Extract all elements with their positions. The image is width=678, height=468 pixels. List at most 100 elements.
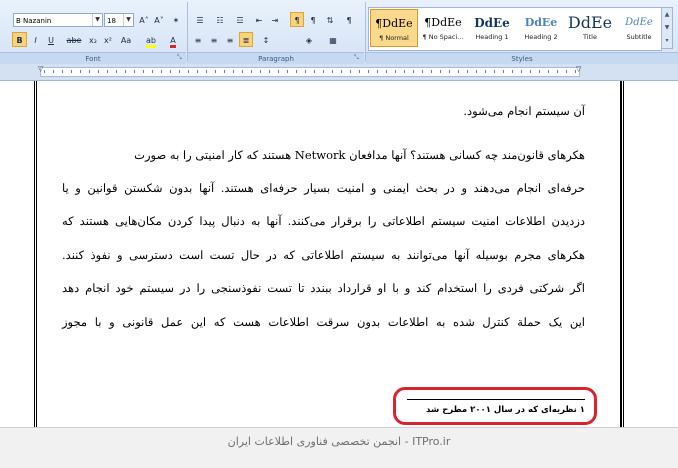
ruler-tick <box>377 70 378 73</box>
ruler-tick <box>458 70 459 73</box>
align-center-icon[interactable]: ≡ <box>207 32 221 47</box>
paragraph-line: اگر شرکتی فردی را استخدام کند و با او قر… <box>62 281 586 295</box>
numbering-icon[interactable]: ☷ <box>211 12 229 27</box>
chevron-down-icon[interactable]: ▼ <box>92 14 102 26</box>
align-right-icon[interactable]: ≡ <box>223 32 237 47</box>
styles-gallery: ¶DdEe ¶ Normal ¶DdEe ¶ No Spaci... DdEe … <box>368 7 662 51</box>
font-color-button[interactable]: A <box>165 32 181 48</box>
ruler-tick <box>467 70 468 73</box>
scroll-up-icon[interactable]: ▲ <box>662 8 672 21</box>
shrink-font-button[interactable]: A˅ <box>152 12 166 27</box>
italic-button[interactable]: I <box>29 32 42 47</box>
style-normal[interactable]: ¶DdEe ¶ Normal <box>370 9 418 47</box>
justify-icon[interactable]: ≣ <box>239 32 253 47</box>
ruler-tick <box>206 70 207 73</box>
page-border-right <box>620 81 624 427</box>
ruler-tick <box>413 70 414 73</box>
paragraph-line: دزدیدن اطلاعات امنیت سیستم اطلاعاتی را ب… <box>62 214 585 228</box>
ruler-tick <box>80 70 81 73</box>
highlight-color-button[interactable]: ab <box>142 32 160 48</box>
shading-icon[interactable]: ◈ <box>300 32 318 47</box>
font-size-combo[interactable]: 18 ▼ <box>104 13 134 27</box>
ruler-tick <box>89 70 90 73</box>
font-dialog-launcher-icon[interactable]: ⤡ <box>177 54 182 62</box>
ruler-tick <box>314 70 315 73</box>
ruler-tick <box>152 70 153 73</box>
chevron-down-icon[interactable]: ▼ <box>123 14 133 26</box>
strikethrough-button[interactable]: abe <box>64 32 84 47</box>
underline-button[interactable]: U <box>44 32 58 47</box>
ruler-tick <box>143 70 144 73</box>
ruler-tick <box>278 70 279 73</box>
horizontal-ruler[interactable]: ▽ ▽ <box>0 64 678 81</box>
ruler-tick <box>422 70 423 73</box>
ruler-tick <box>332 70 333 73</box>
style-preview: DdEe <box>625 17 653 28</box>
style-subtitle[interactable]: DdEe Subtitle <box>615 9 663 47</box>
style-preview: ¶DdEe <box>375 17 413 30</box>
ruler-tick <box>503 70 504 73</box>
ruler-tick <box>161 70 162 73</box>
clear-formatting-button[interactable]: ✶ <box>169 12 183 27</box>
sort-icon[interactable]: ⇅ <box>323 12 337 27</box>
style-preview: DdEe <box>474 16 510 30</box>
ruler-text-area <box>40 67 580 77</box>
ruler-tick <box>512 70 513 73</box>
annotation-oval <box>393 387 597 425</box>
style-title[interactable]: DdEe Title <box>566 9 614 47</box>
paragraph-line: هکرهای مجرم بوسیله آنها می‌توانند به سیس… <box>62 248 585 262</box>
scroll-down-icon[interactable]: ▼ <box>662 21 672 34</box>
ruler-tick <box>134 70 135 73</box>
ruler-tick <box>305 70 306 73</box>
grow-font-button[interactable]: A˄ <box>137 12 151 27</box>
ruler-tick <box>233 70 234 73</box>
ruler-tick <box>575 70 576 73</box>
style-name: Heading 2 <box>524 33 558 41</box>
ruler-tick <box>521 70 522 73</box>
paragraph-line: این یک حملة کنترل شده به اطلاعات بدون سر… <box>62 315 585 329</box>
paragraph-line: آن سیستم انجام می‌شود. <box>463 104 585 118</box>
more-styles-icon[interactable]: ▾ <box>662 34 672 47</box>
ltr-direction-icon[interactable]: ¶ <box>306 12 320 27</box>
font-name-combo[interactable]: B Nazanin ▼ <box>13 13 103 27</box>
ruler-tick <box>539 70 540 73</box>
ruler-tick <box>287 70 288 73</box>
decrease-indent-icon[interactable]: ⇤ <box>252 12 266 27</box>
bullets-icon[interactable]: ☰ <box>191 12 209 27</box>
ruler-tick <box>341 70 342 73</box>
style-name: ¶ No Spaci... <box>422 33 464 41</box>
bold-button[interactable]: B <box>12 32 27 47</box>
change-case-button[interactable]: Aa <box>117 32 135 47</box>
indent-marker-icon[interactable]: ▽ <box>576 65 581 73</box>
multilevel-list-icon[interactable]: ☲ <box>231 12 249 27</box>
ruler-tick <box>44 70 45 73</box>
ruler-tick <box>494 70 495 73</box>
ruler-tick <box>215 70 216 73</box>
ruler-tick <box>395 70 396 73</box>
subscript-button[interactable]: x₂ <box>86 32 100 47</box>
ruler-tick <box>350 70 351 73</box>
style-heading-1[interactable]: DdEe Heading 1 <box>468 9 516 47</box>
ruler-tick <box>440 70 441 73</box>
ruler-tick <box>449 70 450 73</box>
style-name: Title <box>583 33 597 41</box>
rtl-direction-icon[interactable]: ¶ <box>290 12 304 27</box>
indent-marker-icon[interactable]: ▽ <box>38 65 43 73</box>
increase-indent-icon[interactable]: ⇥ <box>268 12 282 27</box>
ruler-tick <box>62 70 63 73</box>
style-name: ¶ Normal <box>379 34 409 42</box>
borders-icon[interactable]: ▦ <box>324 32 342 47</box>
ruler-tick <box>269 70 270 73</box>
paragraph-line: هکرهای قانون‌مند چه کسانی هستند؟ آنها مد… <box>134 148 585 162</box>
font-name-value: B Nazanin <box>16 17 52 25</box>
superscript-button[interactable]: x² <box>101 32 115 47</box>
style-no-spacing[interactable]: ¶DdEe ¶ No Spaci... <box>419 9 467 47</box>
style-heading-2[interactable]: DdEe Heading 2 <box>517 9 565 47</box>
highlight-text: ab <box>146 36 156 48</box>
align-left-icon[interactable]: ≡ <box>191 32 205 47</box>
show-marks-button[interactable]: ¶ <box>342 12 356 27</box>
ruler-tick <box>476 70 477 73</box>
line-spacing-icon[interactable]: ↕ <box>258 32 274 47</box>
paragraph-dialog-launcher-icon[interactable]: ⤡ <box>354 54 359 62</box>
page-border-left <box>34 81 37 427</box>
